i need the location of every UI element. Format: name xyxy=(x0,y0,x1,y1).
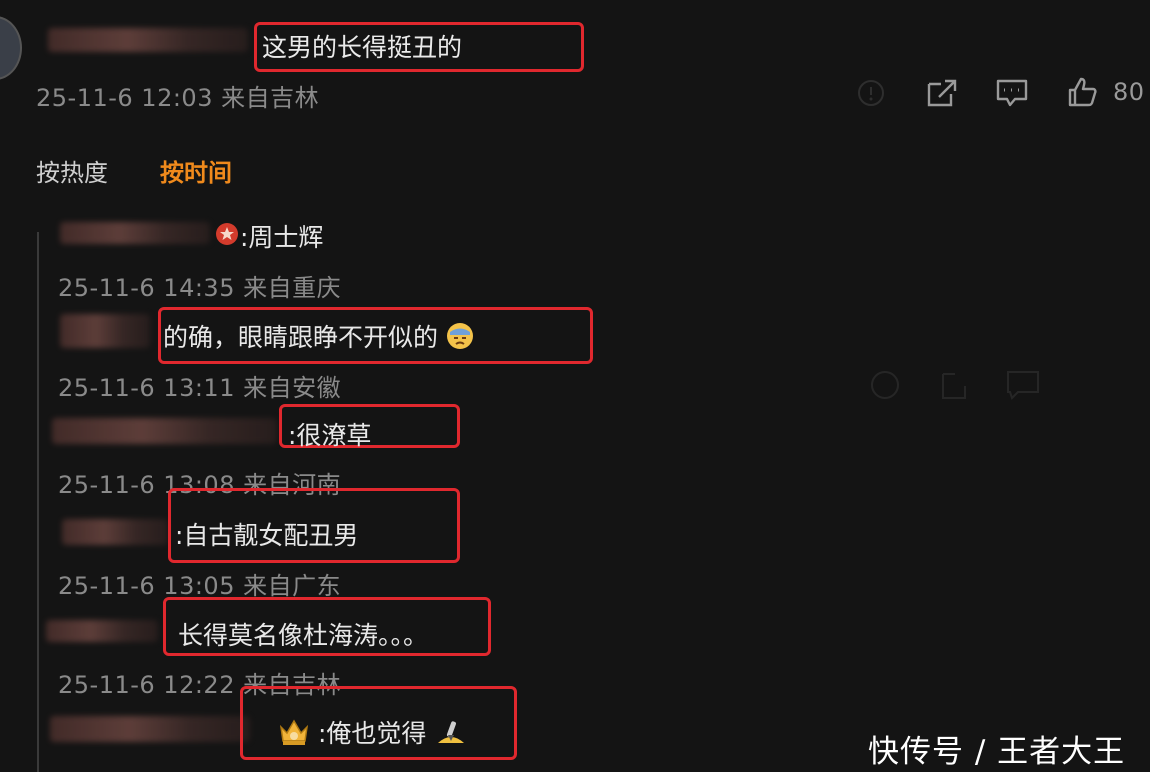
reply-text-content: 的确，眼睛跟睁不开似的 xyxy=(163,323,439,352)
faint-share-icon xyxy=(868,368,1048,406)
thread-line xyxy=(37,232,39,772)
reply-meta: 25-11-6 14:35 来自重庆 xyxy=(58,274,342,302)
reply-meta: 25-11-6 13:05 来自广东 xyxy=(58,572,342,600)
username-blurred[interactable] xyxy=(50,716,250,742)
share-icon[interactable] xyxy=(925,78,959,108)
tab-by-hot[interactable]: 按热度 xyxy=(36,153,108,188)
username-blurred[interactable] xyxy=(46,620,158,642)
badge-icon xyxy=(215,222,239,246)
reply-text: :俺也觉得 xyxy=(278,714,468,753)
username-blurred[interactable] xyxy=(60,222,210,244)
like-icon[interactable] xyxy=(1066,76,1098,108)
username-blurred[interactable] xyxy=(60,314,150,348)
tired-face-emoji xyxy=(446,322,474,356)
tab-by-time[interactable]: 按时间 xyxy=(160,153,232,188)
like-count: 80 xyxy=(1113,78,1145,106)
username-blurred[interactable] xyxy=(62,519,168,545)
info-icon[interactable] xyxy=(856,78,886,108)
reply-text: 的确，眼睛跟睁不开似的 xyxy=(163,318,474,356)
rocket-emoji xyxy=(434,717,468,753)
reply-text-content: :俺也觉得 xyxy=(317,719,427,748)
reply-text: :周士辉 xyxy=(240,223,324,252)
crown-emoji xyxy=(278,717,310,753)
reply-text: 长得莫名像杜海涛。。。 xyxy=(178,621,429,650)
reply-text: :自古靓女配丑男 xyxy=(175,521,359,550)
watermark: 快传号 / 王者大王 xyxy=(868,734,1126,770)
comment-meta: 25-11-6 12:03 来自吉林 xyxy=(36,84,320,112)
comment-icon[interactable] xyxy=(995,78,1029,108)
reply-text: :很潦草 xyxy=(288,421,372,450)
username-blurred[interactable] xyxy=(52,418,277,444)
reply-meta: 25-11-6 13:11 来自安徽 xyxy=(58,374,342,402)
comment-text: 这男的长得挺丑的 xyxy=(262,33,463,62)
avatar[interactable] xyxy=(0,16,22,80)
username-blurred[interactable] xyxy=(48,28,248,52)
